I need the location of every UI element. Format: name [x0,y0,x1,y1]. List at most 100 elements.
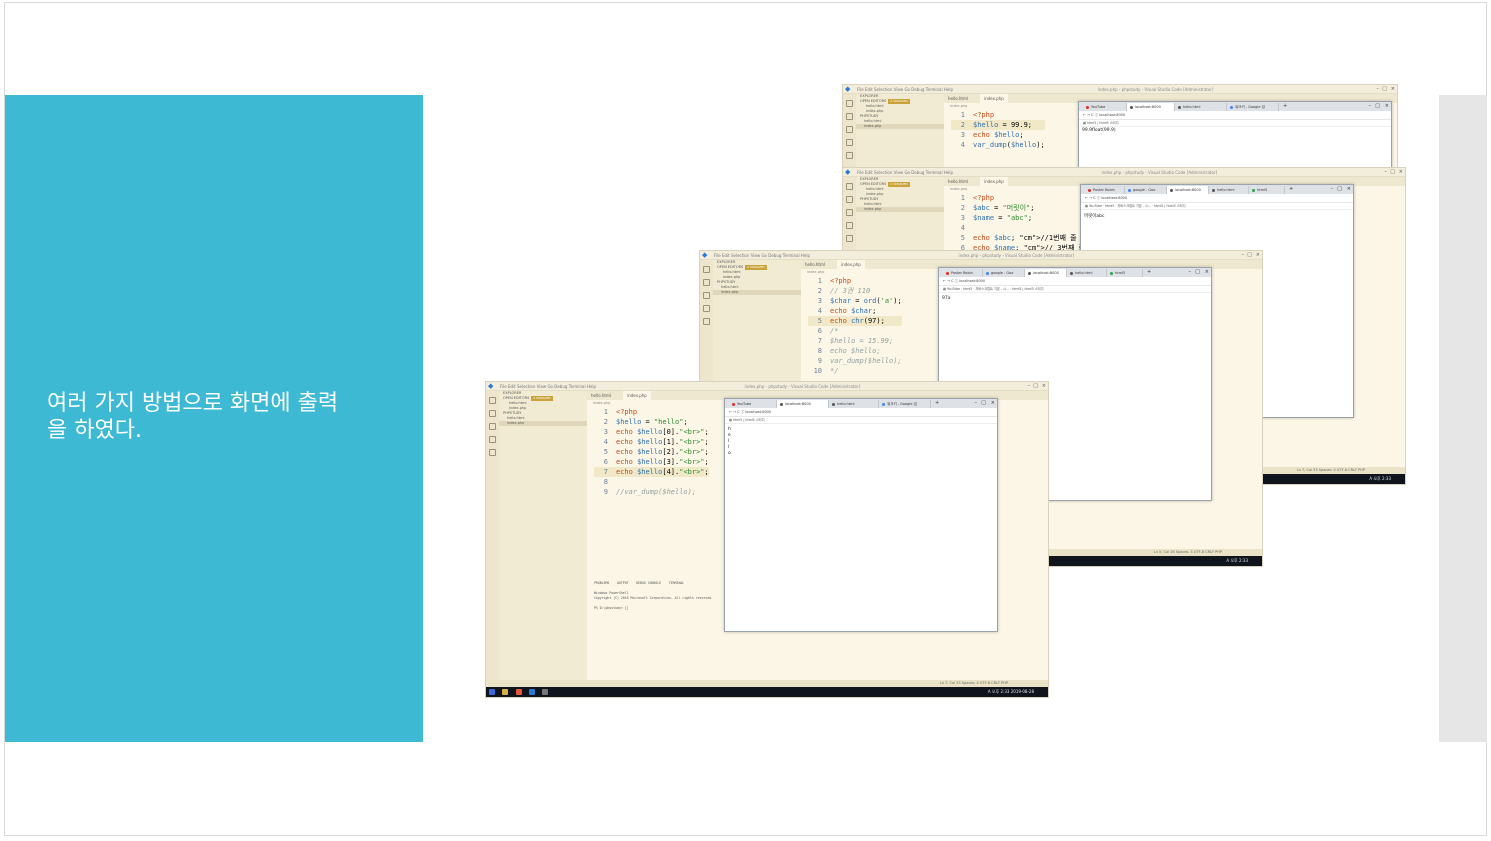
browser-tab-poster[interactable]: Poster Robin [943,269,983,277]
files-icon[interactable] [846,183,853,190]
bookmark-html5[interactable]: html5 | html5 스터디 [1154,204,1186,208]
close-icon[interactable]: × [1042,382,1046,391]
code-line[interactable]: 10 */ [808,366,902,376]
tab-hello-html[interactable]: hello.html [944,94,972,103]
browser-maximize-icon[interactable]: □ [981,399,986,407]
browser-tab-hello[interactable]: hello.html [1067,269,1107,277]
file-php[interactable]: index.php [499,421,587,426]
code-line[interactable]: 1 <?php [951,193,1085,203]
tab-index-php[interactable]: index.php [837,260,865,269]
address-bar[interactable]: ← → C ⓘ localhost:8000 [725,408,997,417]
browser-minimize-icon[interactable]: – [975,399,978,407]
browser-minimize-icon[interactable]: – [1189,268,1192,276]
code-line[interactable]: 7 $hello = 15.99; [808,336,902,346]
new-tab-icon[interactable]: + [1289,185,1293,193]
close-icon[interactable]: × [1399,168,1403,177]
minimize-icon[interactable]: – [1028,382,1031,391]
files-icon[interactable] [846,100,853,107]
maximize-icon[interactable]: □ [1382,85,1387,94]
browser-tab-html5[interactable]: html5 [1249,186,1285,194]
bookmark-js[interactable]: 자바스크립트 기본 - 시... [975,287,1009,291]
address-bar[interactable]: ← → C ⓘ localhost:8000 [1081,194,1353,203]
debug-icon[interactable] [846,139,853,146]
tab-index-php[interactable]: index.php [980,94,1008,103]
code-line[interactable]: 2 $hello = 99.9; [951,120,1045,130]
browser-tab-localhost[interactable]: localhost:8000 [1025,269,1067,277]
code-line[interactable]: 5 echo $abc; "cm">//1번째 줄 [951,233,1085,243]
git-icon[interactable] [846,126,853,133]
code-line[interactable]: 3 $name = "abc"; [951,213,1085,223]
tab-index-php[interactable]: index.php [623,391,651,400]
browser-tab-localhost[interactable]: localhost:8000 [1167,186,1209,194]
back-icon[interactable]: ← [729,410,732,414]
forward-icon[interactable]: → [947,279,950,283]
close-icon[interactable]: × [1256,251,1260,260]
bookmark-js[interactable]: 자바스크립트 기본 - 시... [1117,204,1151,208]
git-icon[interactable] [703,292,710,299]
code-line[interactable]: 1 <?php [951,110,1045,120]
bookmark-html5-short[interactable]: html5 [963,287,972,291]
reload-icon[interactable]: C [951,279,953,283]
extensions-icon[interactable] [846,235,853,242]
browser-minimize-icon[interactable]: – [1331,185,1334,193]
debug-icon[interactable] [703,305,710,312]
tab-index-php[interactable]: index.php [980,177,1008,186]
search-icon[interactable] [846,113,853,120]
chrome-icon[interactable] [515,689,522,695]
browser-tab-html5[interactable]: html5 [1107,269,1143,277]
extensions-icon[interactable] [703,318,710,325]
maximize-icon[interactable]: □ [1033,382,1038,391]
code-line[interactable]: 1 <?php [808,276,902,286]
forward-icon[interactable]: → [1087,113,1090,117]
debug-icon[interactable] [489,436,496,443]
start-icon[interactable] [489,689,495,695]
back-icon[interactable]: ← [1083,113,1086,117]
code-line[interactable]: 3 echo $hello; [951,130,1045,140]
bookmark-html5[interactable]: html5 | html5 스터디 [733,418,765,422]
browser-maximize-icon[interactable]: □ [1195,268,1200,276]
code-editor[interactable]: 1 <?php 2 $hello = "hello"; 3 echo $hello[0].… [594,407,709,497]
browser-maximize-icon[interactable]: □ [1337,185,1342,193]
code-line[interactable]: 4 var_dump($hello); [951,140,1045,150]
reload-icon[interactable]: C [1093,196,1095,200]
tab-hello-html[interactable]: hello.html [587,391,615,400]
back-icon[interactable]: ← [1085,196,1088,200]
code-line[interactable]: 4 echo $hello[1]."<br>"; [594,437,709,447]
close-icon[interactable]: × [1391,85,1395,94]
files-icon[interactable] [489,397,496,404]
files-icon[interactable] [703,266,710,273]
code-line[interactable]: 6 /* [808,326,902,336]
new-tab-icon[interactable]: + [1283,102,1287,110]
back-icon[interactable]: ← [943,279,946,283]
code-line[interactable]: 3 $char = ord('a'); [808,296,902,306]
browser-tab-search[interactable]: 워크키 - Google 검 [879,400,931,408]
terminal-icon[interactable] [542,689,549,695]
explorer-icon[interactable] [502,689,509,695]
code-line[interactable]: 8 [594,477,709,487]
tab-hello-html[interactable]: hello.html [944,177,972,186]
bookmark-youtube[interactable]: YouTube [1089,204,1102,208]
browser-tab-google[interactable]: google - Goo [983,269,1025,277]
new-tab-icon[interactable]: + [1147,268,1151,276]
code-editor[interactable]: 1 <?php 2 // 3권 110 3 $char = ord('a'); 4 echo … [808,276,902,376]
address-bar[interactable]: ← → C ⓘ localhost:8000 [1079,111,1391,120]
minimize-icon[interactable]: – [1377,85,1380,94]
code-line[interactable]: 5 echo chr(97); [808,316,902,326]
search-icon[interactable] [489,410,496,417]
browser-tab-poster[interactable]: Poster Robin [1085,186,1125,194]
reload-icon[interactable]: C [1091,113,1093,117]
code-line[interactable]: 4 echo $char; [808,306,902,316]
bookmark-html5[interactable]: html5 | html5 스터디 [1012,287,1044,291]
forward-icon[interactable]: → [733,410,736,414]
bookmark-html5-short[interactable]: html5 [1105,204,1114,208]
browser-tab-search[interactable]: 워크키 - Google 검 [1227,103,1279,111]
browser-tab-localhost[interactable]: localhost:8000 [777,400,829,408]
browser-tab-youtube[interactable]: YouTube [1083,103,1127,111]
debug-icon[interactable] [846,222,853,229]
code-line[interactable]: 2 // 3권 110 [808,286,902,296]
code-line[interactable]: 5 echo $hello[2]."<br>"; [594,447,709,457]
browser-close-icon[interactable]: × [991,399,995,407]
code-line[interactable]: 2 $abc = "머릿이"; [951,203,1085,213]
forward-icon[interactable]: → [1089,196,1092,200]
code-line[interactable]: 9 var_dump($hello); [808,356,902,366]
